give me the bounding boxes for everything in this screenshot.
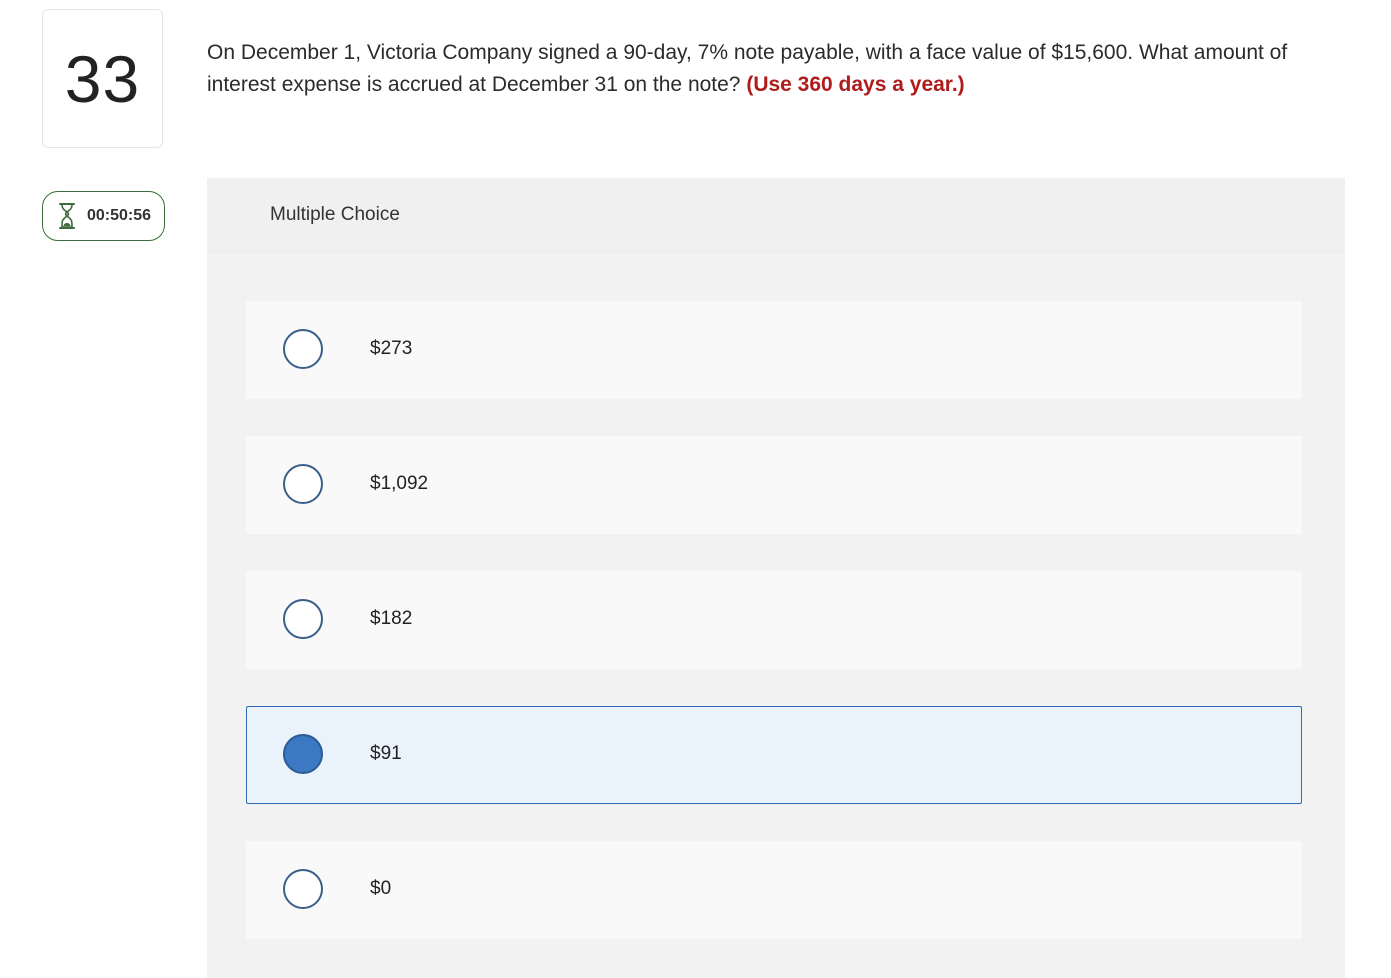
answer-option-selected[interactable]: $91 bbox=[246, 706, 1302, 804]
multiple-choice-panel: Multiple Choice $273 $1,092 $182 $91 $0 bbox=[207, 178, 1345, 978]
answer-option[interactable]: $273 bbox=[246, 301, 1302, 399]
multiple-choice-label: Multiple Choice bbox=[270, 204, 400, 225]
question-prompt: On December 1, Victoria Company signed a… bbox=[207, 37, 1327, 101]
radio-button[interactable] bbox=[283, 869, 323, 909]
quiz-page: 33 00:50:56 On December 1, Victoria Comp… bbox=[0, 0, 1391, 978]
radio-button-selected[interactable] bbox=[283, 734, 323, 774]
answer-option[interactable]: $182 bbox=[246, 571, 1302, 669]
hourglass-icon bbox=[57, 202, 77, 230]
answer-option-label: $1,092 bbox=[370, 473, 429, 494]
timer-badge[interactable]: 00:50:56 bbox=[42, 191, 165, 241]
answer-option-label: $182 bbox=[370, 608, 413, 629]
radio-button[interactable] bbox=[283, 599, 323, 639]
answer-option-label: $91 bbox=[370, 743, 402, 764]
question-hint: (Use 360 days a year.) bbox=[746, 73, 965, 96]
answer-option-label: $0 bbox=[370, 878, 392, 899]
answer-option[interactable]: $0 bbox=[246, 841, 1302, 939]
radio-button[interactable] bbox=[283, 464, 323, 504]
answer-option-label: $273 bbox=[370, 338, 413, 359]
question-number: 33 bbox=[42, 9, 163, 148]
radio-button[interactable] bbox=[283, 329, 323, 369]
timer-value: 00:50:56 bbox=[87, 207, 152, 224]
multiple-choice-header: Multiple Choice bbox=[207, 178, 1345, 253]
answer-option[interactable]: $1,092 bbox=[246, 436, 1302, 534]
